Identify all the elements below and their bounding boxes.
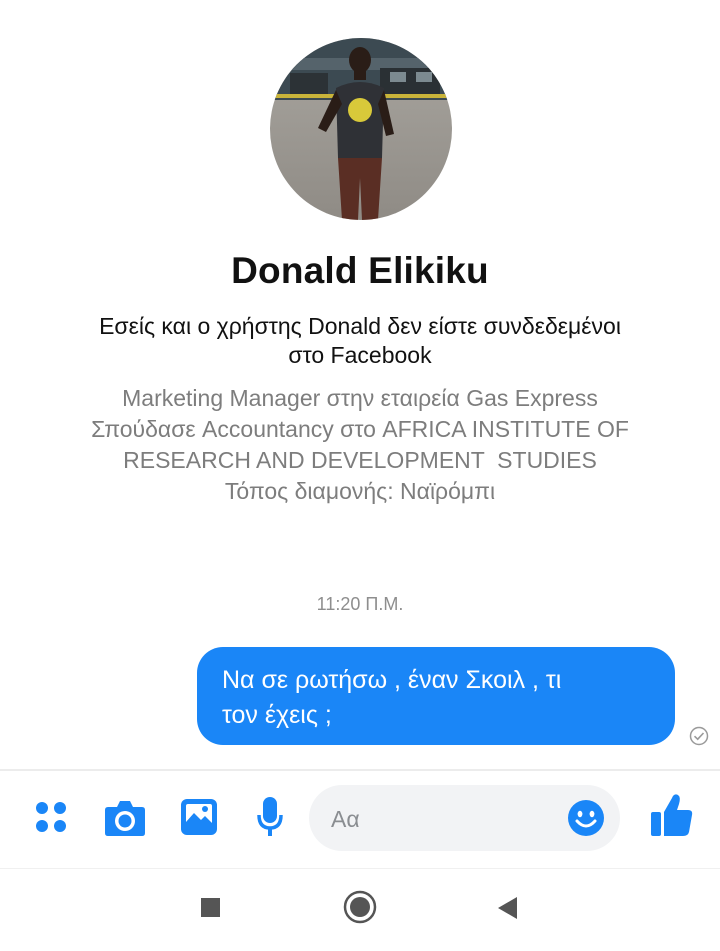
- recents-icon[interactable]: [201, 898, 220, 917]
- composer-divider: [0, 769, 720, 771]
- profile-work: Marketing Manager στην εταιρεία Gas Expr…: [122, 385, 598, 411]
- message-text-line: Να σε ρωτήσω , έναν Σκοιλ , τι: [222, 666, 562, 694]
- more-apps-icon[interactable]: [34, 800, 70, 836]
- like-icon[interactable]: [650, 792, 694, 838]
- sent-check-icon: [689, 726, 709, 746]
- message-input-placeholder: Αα: [331, 806, 360, 832]
- profile-photo[interactable]: [270, 38, 452, 220]
- profile-name: Donald Elikiku: [231, 250, 489, 291]
- microphone-icon[interactable]: [256, 796, 284, 838]
- message-bubble-outgoing[interactable]: Να σε ρωτήσω , έναν Σκοιλ , τι τον έχεις…: [197, 647, 675, 745]
- system-nav-bar: [0, 870, 720, 951]
- gallery-icon[interactable]: [180, 798, 218, 836]
- back-icon[interactable]: [496, 896, 518, 920]
- profile-location: Τόπος διαμονής: Ναϊρόμπι: [224, 478, 496, 504]
- message-text-line: τον έχεις ;: [222, 701, 332, 729]
- profile-education-cont: RESEARCH AND DEVELOPMENT STUDIES: [123, 447, 597, 473]
- navbar-divider: [0, 868, 720, 869]
- message-timestamp: 11:20 Π.Μ.: [316, 594, 404, 614]
- connection-notice-line: Εσείς και ο χρήστης Donald δεν είστε συν…: [99, 313, 621, 339]
- profile-photo-image: [270, 38, 452, 220]
- home-icon[interactable]: [343, 890, 377, 924]
- connection-notice-line: στο Facebook: [288, 342, 432, 368]
- profile-education: Σπούδασε Accountancy στο AFRICA INSTITUT…: [91, 416, 629, 442]
- message-input[interactable]: Αα: [309, 785, 620, 851]
- profile-info: Marketing Manager στην εταιρεία Gas Expr…: [40, 383, 680, 507]
- emoji-icon[interactable]: [567, 799, 605, 837]
- camera-icon[interactable]: [104, 799, 146, 837]
- connection-notice: Εσείς και ο χρήστης Donald δεν είστε συν…: [40, 312, 680, 370]
